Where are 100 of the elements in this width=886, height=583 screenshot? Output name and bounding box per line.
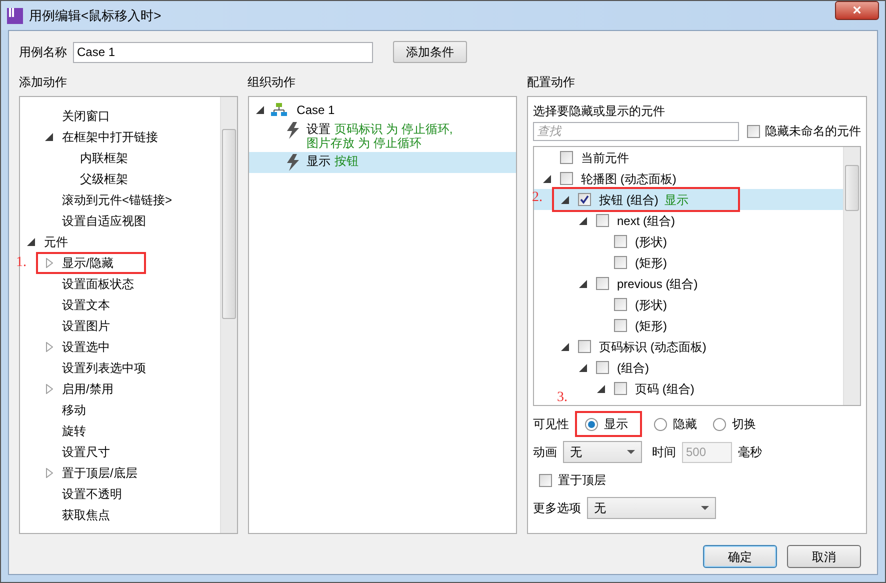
expanded-arrow-icon[interactable] [561, 196, 569, 204]
checkbox[interactable] [560, 151, 573, 164]
action-item[interactable]: 旋转 [62, 422, 86, 440]
annotation-box [575, 411, 642, 437]
checkbox[interactable] [539, 474, 552, 486]
more-options-select[interactable]: 无 [587, 497, 716, 519]
widget-label[interactable]: (形状) [635, 232, 667, 250]
expanded-arrow-icon[interactable] [561, 342, 569, 350]
section-heading: 配置动作 [527, 74, 576, 91]
radio-button[interactable] [654, 418, 667, 430]
window-title: 用例编辑<鼠标移入时> [29, 6, 162, 25]
checkbox[interactable] [614, 256, 627, 269]
action-target: 图片存放 为 停止循环 [306, 136, 422, 150]
section-heading: 组织动作 [248, 74, 297, 91]
widget-label[interactable]: (矩形) [635, 254, 667, 272]
widget-label[interactable]: 当前元件 [581, 148, 629, 166]
expanded-arrow-icon[interactable] [27, 238, 35, 246]
action-item[interactable]: 置于顶层/底层 [62, 464, 138, 482]
widget-label[interactable]: next (组合) [617, 212, 676, 230]
tree-row[interactable]: 2. 按钮 (组合) 显示 [534, 189, 843, 210]
case-tree-icon [270, 102, 287, 116]
action-item[interactable]: 设置文本 [62, 296, 110, 314]
animation-select[interactable]: 无 [563, 441, 642, 463]
radio-label: 隐藏 [673, 416, 697, 433]
app-logo-icon [7, 8, 23, 24]
checkbox[interactable] [578, 340, 591, 353]
action-item[interactable]: 在框架中打开链接 [62, 128, 158, 146]
lightning-icon [286, 122, 299, 139]
widget-label[interactable]: (矩形) [635, 316, 667, 334]
checkbox[interactable] [596, 277, 609, 290]
checkbox[interactable] [578, 193, 591, 206]
expanded-arrow-icon[interactable] [597, 384, 605, 392]
checkbox[interactable] [596, 214, 609, 227]
field-label: 用例名称 [19, 44, 67, 61]
checkbox[interactable] [614, 382, 627, 395]
annotation-number: 2. [532, 191, 542, 205]
checkbox[interactable] [747, 124, 760, 138]
add-condition-button[interactable]: 添加条件 [393, 41, 467, 63]
action-item[interactable]: 设置自适应视图 [62, 212, 146, 230]
widget-label[interactable]: 页码 (组合) [635, 380, 694, 398]
action-item[interactable]: 设置图片 [62, 316, 110, 334]
action-item[interactable]: 设置面板状态 [62, 274, 134, 292]
radio-button[interactable] [585, 418, 598, 430]
search-field[interactable]: 查找 [533, 122, 739, 140]
checkbox[interactable] [614, 235, 627, 248]
expanded-arrow-icon[interactable] [45, 132, 53, 140]
collapsed-arrow-icon[interactable] [46, 468, 52, 478]
panel-subtitle: 选择要隐藏或显示的元件 [533, 103, 666, 120]
action-item[interactable]: 关闭窗口 [62, 106, 110, 124]
widget-label[interactable]: 轮播图 (动态面板) [581, 170, 676, 188]
action-row[interactable]: 显示 按钮 [248, 152, 516, 173]
action-item[interactable]: 元件 [44, 232, 68, 250]
case-name-input[interactable]: Case 1 [73, 42, 373, 62]
action-verb: 设置 [306, 122, 331, 136]
checkbox-label: 置于顶层 [558, 472, 606, 489]
action-row[interactable]: 设置 页码标识 为 停止循环, 图片存放 为 停止循环 [248, 120, 516, 152]
action-item[interactable]: 设置不透明 [62, 484, 122, 502]
action-item[interactable]: 父级框架 [80, 170, 128, 188]
annotation-number: 3. [557, 391, 568, 405]
expanded-arrow-icon[interactable] [256, 106, 264, 114]
case-label[interactable]: Case 1 [296, 100, 335, 118]
expanded-arrow-icon[interactable] [579, 364, 587, 372]
ok-button[interactable]: 确定 [703, 545, 777, 568]
action-item[interactable]: 内联框架 [80, 148, 128, 166]
cancel-button[interactable]: 取消 [787, 545, 861, 568]
scrollbar[interactable] [843, 147, 860, 405]
action-target: 按钮 [334, 154, 359, 168]
field-label: 时间 [652, 444, 676, 461]
expanded-arrow-icon[interactable] [579, 280, 587, 288]
widget-label[interactable]: (形状) [635, 296, 667, 314]
widget-label[interactable]: 按钮 (组合) [599, 190, 658, 208]
action-item[interactable]: 启用/禁用 [62, 380, 114, 398]
expanded-arrow-icon[interactable] [579, 216, 587, 224]
action-item[interactable]: 设置尺寸 [62, 442, 110, 460]
checkbox[interactable] [596, 361, 609, 374]
radio-button[interactable] [713, 418, 726, 430]
widget-label[interactable]: 页码标识 (动态面板) [599, 338, 706, 356]
checkbox[interactable] [614, 298, 627, 311]
action-item[interactable]: 滚动到元件<锚链接> [62, 190, 172, 208]
action-item[interactable]: 设置选中 [62, 338, 110, 356]
action-item[interactable]: 设置列表选中项 [62, 358, 146, 376]
dropdown-arrow-icon [627, 450, 635, 454]
widget-label[interactable]: previous (组合) [617, 274, 698, 292]
collapsed-arrow-icon[interactable] [46, 342, 52, 352]
action-item[interactable]: 显示/隐藏 [62, 254, 114, 272]
action-item[interactable]: 获取焦点 [62, 506, 110, 524]
action-verb: 显示 [306, 154, 331, 168]
checkbox[interactable] [614, 319, 627, 332]
action-item[interactable]: 移动 [62, 400, 86, 418]
lightning-icon [286, 154, 299, 171]
expanded-arrow-icon[interactable] [543, 174, 551, 182]
field-label: 可见性 [533, 416, 569, 433]
field-label: 动画 [533, 444, 557, 461]
scrollbar[interactable] [220, 97, 237, 533]
widget-label[interactable]: (组合) [617, 358, 649, 376]
radio-label: 显示 [604, 416, 628, 433]
collapsed-arrow-icon[interactable] [46, 258, 52, 268]
checkbox[interactable] [560, 172, 573, 185]
collapsed-arrow-icon[interactable] [46, 384, 52, 394]
checkbox-label: 隐藏未命名的元件 [765, 123, 861, 140]
